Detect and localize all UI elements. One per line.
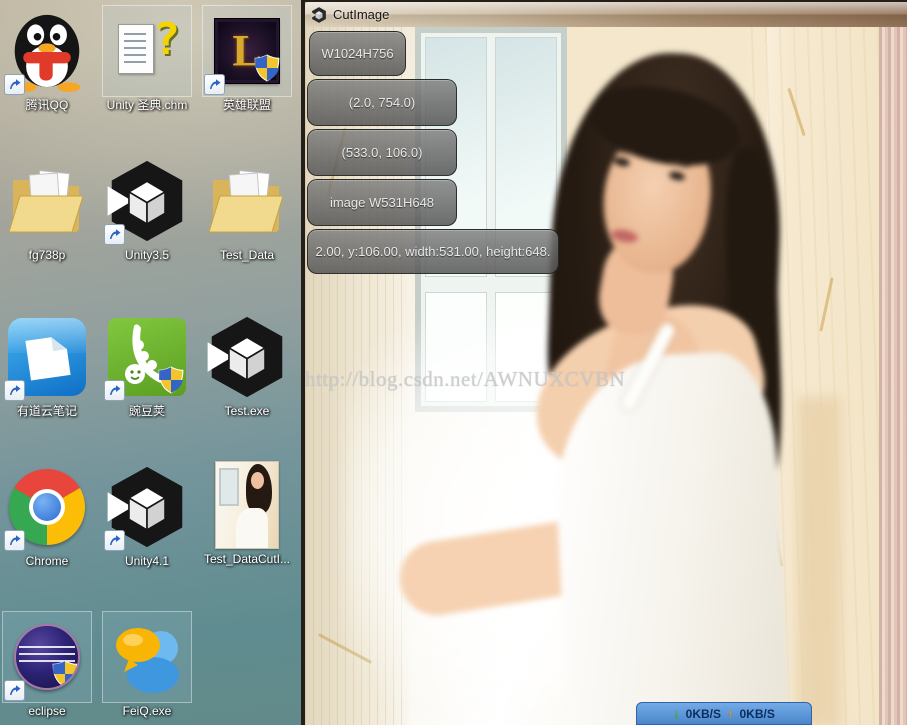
desktop-icon-wandoujia[interactable]: 豌豆荚 xyxy=(100,312,194,418)
icon-label: Test_DataCutI... xyxy=(203,552,291,566)
feiq-messenger-icon xyxy=(102,611,192,703)
csdn-watermark: http://blog.csdn.net/AWNUXCVBN xyxy=(305,367,626,391)
upload-speed: 0KB/S xyxy=(739,706,775,721)
eclipse-icon xyxy=(2,611,92,703)
size-button[interactable]: W1024H756 xyxy=(309,31,406,76)
icon-label: Chrome xyxy=(25,554,69,568)
desktop-icon-unity41[interactable]: Unity4.1 xyxy=(100,462,194,568)
icon-label: Test_Data xyxy=(219,248,275,262)
download-speed: 0KB/S xyxy=(685,706,721,721)
desktop-icon-test-exe[interactable]: Test.exe xyxy=(200,312,294,418)
icon-label: Test.exe xyxy=(224,404,270,418)
desktop-icon-chrome[interactable]: Chrome xyxy=(0,462,94,568)
shortcut-arrow-icon xyxy=(104,224,125,245)
icon-label: FeiQ.exe xyxy=(122,704,172,718)
point1-button[interactable]: (2.0, 754.0) xyxy=(307,79,457,126)
unity-logo-icon xyxy=(103,156,191,246)
chrome-icon xyxy=(3,462,91,552)
unity-logo-icon xyxy=(103,462,191,552)
desktop-icon-test-datacuti[interactable]: Test_DataCutI... xyxy=(200,460,294,566)
window-title: CutImage xyxy=(333,7,390,22)
desktop-icon-test-data[interactable]: Test_Data xyxy=(200,156,294,262)
desktop-icon-eclipse[interactable]: eclipse xyxy=(0,611,94,718)
shortcut-arrow-icon xyxy=(104,380,125,401)
desktop-icon-youdao[interactable]: 有道云笔记 xyxy=(0,312,94,418)
folder-icon xyxy=(203,156,291,246)
white-tank-top xyxy=(549,349,791,725)
unity-logo-icon xyxy=(203,312,291,402)
wandoujia-icon xyxy=(103,312,191,402)
icon-label: Unity 圣典.chm xyxy=(106,98,188,112)
shortcut-arrow-icon xyxy=(4,380,25,401)
uac-shield-icon xyxy=(158,366,184,394)
icon-label: fg738p xyxy=(28,248,66,262)
chm-help-file-icon: ? xyxy=(102,5,192,97)
desktop: 腾讯QQ ? Unity 圣典.chm L 英雄联盟 fg738p Unity3… xyxy=(0,0,907,725)
shortcut-arrow-icon xyxy=(104,530,125,551)
icon-label: eclipse xyxy=(28,704,66,718)
desktop-icon-lol[interactable]: L 英雄联盟 xyxy=(200,5,294,112)
photo-canvas: http://blog.csdn.net/AWNUXCVBN W1024H756… xyxy=(305,27,907,725)
image-size-button[interactable]: image W531H648 xyxy=(307,179,457,226)
crop-rect-button[interactable]: 2.00, y:106.00, width:531.00, height:648… xyxy=(307,229,559,274)
desktop-icon-unity-chm[interactable]: ? Unity 圣典.chm xyxy=(100,5,194,112)
league-of-legends-icon: L xyxy=(202,5,292,97)
window-titlebar[interactable]: CutImage xyxy=(305,2,907,27)
desktop-icon-unity35[interactable]: Unity3.5 xyxy=(100,156,194,262)
icon-label: 有道云笔记 xyxy=(16,404,77,418)
icon-label: 腾讯QQ xyxy=(25,98,69,112)
icon-label: 豌豆荚 xyxy=(128,404,165,418)
shortcut-arrow-icon xyxy=(4,680,25,701)
cutimage-window: CutImage http://blog.csdn.net/AWNUXCVBN … xyxy=(301,0,907,725)
unity-app-icon xyxy=(311,6,326,23)
point2-button[interactable]: (533.0, 106.0) xyxy=(307,129,457,176)
youdao-note-icon xyxy=(3,312,91,402)
icon-label: Unity4.1 xyxy=(124,554,170,568)
shortcut-arrow-icon xyxy=(4,74,25,95)
icon-label: 英雄联盟 xyxy=(222,98,271,112)
network-speed-gadget[interactable]: ↓ 0KB/S ↑ 0KB/S xyxy=(636,702,812,725)
uac-shield-icon xyxy=(254,54,280,82)
qq-penguin-icon xyxy=(3,6,91,96)
download-arrow-icon: ↓ xyxy=(673,706,680,721)
icon-label: Unity3.5 xyxy=(124,248,170,262)
image-thumbnail-icon xyxy=(203,460,291,550)
desktop-icon-qq[interactable]: 腾讯QQ xyxy=(0,6,94,112)
shortcut-arrow-icon xyxy=(204,74,225,95)
upload-arrow-icon: ↑ xyxy=(727,706,734,721)
uac-shield-icon xyxy=(52,660,78,688)
folder-icon xyxy=(3,156,91,246)
desktop-icon-fg738p[interactable]: fg738p xyxy=(0,156,94,262)
desktop-icon-feiq[interactable]: FeiQ.exe xyxy=(100,611,194,718)
shortcut-arrow-icon xyxy=(4,530,25,551)
